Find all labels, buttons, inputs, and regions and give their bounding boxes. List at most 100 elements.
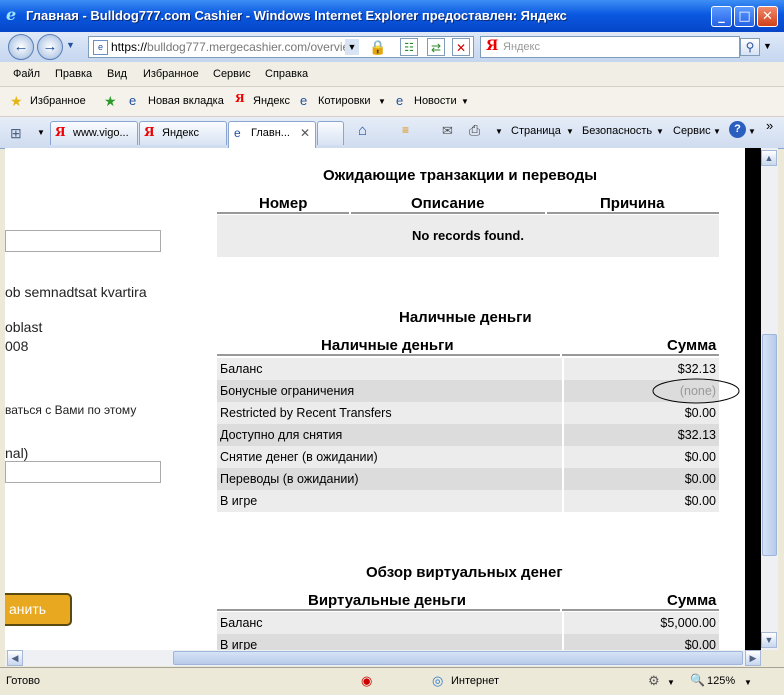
status-bar: Готово ◉ ◎ Интернет ⚙ ▼ 🔍 125% ▼ xyxy=(0,667,784,695)
zoom-level[interactable]: 125% xyxy=(707,675,735,687)
tab-bar: ⊞ ▼ Я www.vigo... Я Яндекс e Главн... ✕ … xyxy=(0,117,784,149)
history-dropdown-icon[interactable]: ▼ xyxy=(66,40,75,50)
row-label: Бонусные ограничения xyxy=(220,384,355,398)
toolbar-tools[interactable]: Сервис xyxy=(673,125,711,137)
scroll-down-icon[interactable]: ▼ xyxy=(761,632,777,648)
maximize-button[interactable]: □ xyxy=(734,6,755,27)
search-input[interactable]: Я Яндекс xyxy=(480,36,740,58)
save-button[interactable]: анить xyxy=(5,593,72,626)
virtual-header-amount: Сумма xyxy=(667,592,717,609)
close-tab-icon[interactable]: ✕ xyxy=(300,126,310,140)
close-button[interactable]: ✕ xyxy=(757,6,778,27)
chevron-down-icon[interactable]: ▼ xyxy=(667,678,675,687)
toolbar-page[interactable]: Страница xyxy=(511,125,561,137)
zone-text: Интернет xyxy=(451,675,499,687)
horizontal-scroll-thumb[interactable] xyxy=(173,651,743,665)
back-button[interactable]: ← xyxy=(8,34,34,60)
minimize-button[interactable]: _ xyxy=(711,6,732,27)
tab-yandex[interactable]: Я Яндекс xyxy=(139,121,227,145)
fav-news[interactable]: Новости xyxy=(414,95,457,107)
scroll-right-icon[interactable]: ▶ xyxy=(745,650,761,666)
zoom-icon[interactable]: 🔍 xyxy=(690,673,705,687)
address-line-3: 008 xyxy=(5,338,29,354)
cash-title: Наличные деньги xyxy=(399,309,532,326)
fav-yandex[interactable]: Яндекс xyxy=(253,95,290,107)
row-label: Restricted by Recent Transfers xyxy=(220,406,392,420)
col-number: Номер xyxy=(259,195,308,212)
forward-button[interactable]: → xyxy=(37,34,63,60)
tab-vigo[interactable]: Я www.vigo... xyxy=(50,121,138,145)
search-options-icon[interactable]: ▼ xyxy=(763,41,772,51)
fav-new-tab[interactable]: Новая вкладка xyxy=(148,95,224,107)
menu-help[interactable]: Справка xyxy=(265,68,308,80)
virtual-row-balance: Баланс $5,000.00 xyxy=(217,612,719,634)
row-amount: $32.13 xyxy=(677,428,716,442)
row-amount: $0.00 xyxy=(684,494,716,508)
highlight-ellipse xyxy=(652,378,740,404)
row-amount: $0.00 xyxy=(684,450,716,464)
chevron-down-icon[interactable]: ▼ xyxy=(744,678,752,687)
new-tab-button[interactable] xyxy=(317,121,344,145)
window-title: Главная - Bulldog777.com Cashier - Windo… xyxy=(26,8,567,23)
home-icon[interactable]: ⌂ xyxy=(358,122,367,139)
print-icon[interactable]: ⎙ xyxy=(469,122,480,139)
scroll-up-icon[interactable]: ▲ xyxy=(761,150,777,166)
fav-quotes[interactable]: Котировки xyxy=(318,95,371,107)
virtual-row-in-game: В игре $0.00 xyxy=(217,634,719,650)
search-placeholder: Яндекс xyxy=(503,41,540,53)
row-amount: $0.00 xyxy=(684,638,716,650)
row-amount: $0.00 xyxy=(684,406,716,420)
chevron-down-icon[interactable]: ▼ xyxy=(748,127,756,136)
stop-icon[interactable]: ✕ xyxy=(452,38,470,56)
chevron-down-icon[interactable]: ▼ xyxy=(656,127,664,136)
help-icon[interactable]: ? xyxy=(729,121,746,138)
mail-icon[interactable]: ✉ xyxy=(442,123,453,139)
compat-view-icon[interactable]: ☷ xyxy=(400,38,418,56)
title-bar: e Главная - Bulldog777.com Cashier - Win… xyxy=(0,0,784,32)
menu-view[interactable]: Вид xyxy=(107,68,127,80)
tab-list-icon[interactable]: ▼ xyxy=(37,128,45,137)
refresh-icon[interactable]: ⇄ xyxy=(427,38,445,56)
privacy-icon[interactable]: ◉ xyxy=(361,673,372,689)
cash-header-amount: Сумма xyxy=(667,337,717,354)
toolbar-overflow-icon[interactable]: » xyxy=(766,118,773,133)
url-dropdown-icon[interactable]: ▼ xyxy=(345,39,359,55)
ie-logo-icon: e xyxy=(6,5,17,24)
cash-row-withdraw-pending: Снятие денег (в ожидании) $0.00 xyxy=(217,446,719,468)
pending-title: Ожидающие транзакции и переводы xyxy=(323,167,598,184)
chevron-down-icon[interactable]: ▼ xyxy=(378,97,386,106)
chevron-down-icon[interactable]: ▼ xyxy=(566,127,574,136)
protected-mode-icon[interactable]: ⚙ xyxy=(648,673,660,689)
menu-tools[interactable]: Сервис xyxy=(213,68,251,80)
quick-tabs-icon[interactable]: ⊞ xyxy=(10,125,22,142)
form-input-top[interactable] xyxy=(5,230,161,252)
search-button[interactable]: ⚲ xyxy=(740,38,760,56)
ie-page-icon: e xyxy=(234,126,241,140)
horizontal-scrollbar[interactable]: ◀ ▶ xyxy=(5,650,761,666)
tab-main[interactable]: e Главн... ✕ xyxy=(228,121,316,148)
globe-icon: ◎ xyxy=(432,673,444,688)
optional-label: nal) xyxy=(5,445,29,461)
lock-icon[interactable]: 🔒 xyxy=(369,39,386,56)
menu-file[interactable]: Файл xyxy=(13,68,40,80)
scroll-left-icon[interactable]: ◀ xyxy=(7,650,23,666)
favorites-button[interactable]: Избранное xyxy=(30,95,86,107)
vertical-scroll-thumb[interactable] xyxy=(762,334,777,556)
toolbar-security[interactable]: Безопасность xyxy=(582,125,652,137)
chevron-down-icon[interactable]: ▼ xyxy=(461,97,469,106)
col-reason: Причина xyxy=(600,195,665,212)
menu-favorites[interactable]: Избранное xyxy=(143,68,199,80)
form-input-optional[interactable] xyxy=(5,461,161,483)
header-divider xyxy=(547,212,719,214)
chevron-down-icon[interactable]: ▼ xyxy=(495,127,503,136)
feeds-icon[interactable]: ≡ xyxy=(402,123,409,137)
header-divider xyxy=(217,212,349,214)
menu-edit[interactable]: Правка xyxy=(55,68,92,80)
ie-page-icon: e xyxy=(300,93,308,108)
header-divider xyxy=(562,354,719,356)
vertical-scrollbar[interactable]: ▲ ▼ xyxy=(761,148,778,650)
add-favorites-icon[interactable]: ★ xyxy=(104,93,117,110)
chevron-down-icon[interactable]: ▼ xyxy=(713,127,721,136)
yandex-icon: Я xyxy=(235,92,245,105)
header-divider xyxy=(562,609,719,611)
